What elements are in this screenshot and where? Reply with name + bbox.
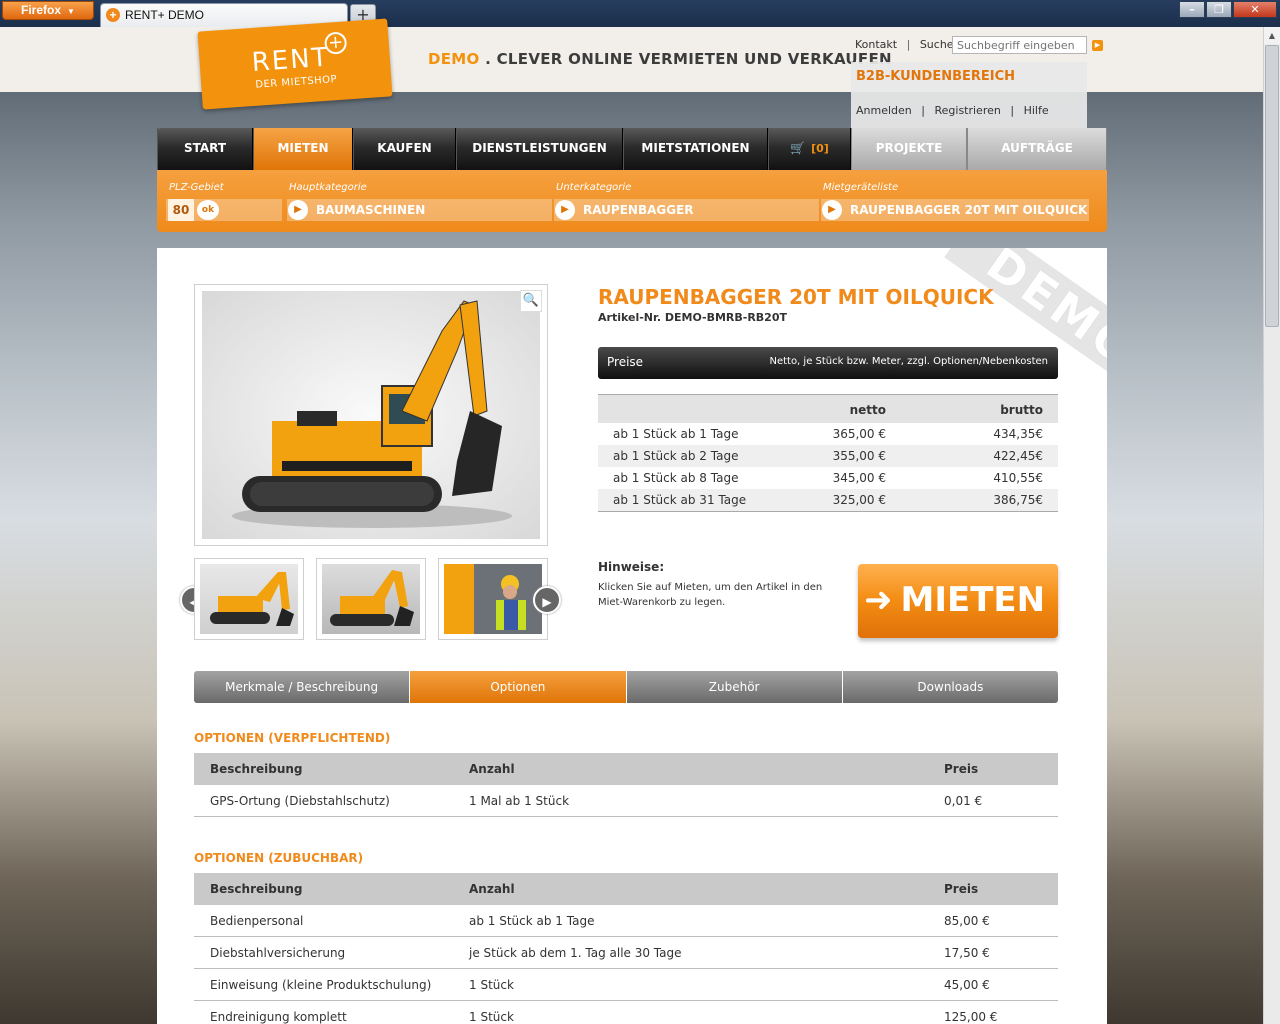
arrow-right-icon: ▶	[822, 200, 842, 220]
options-required-title: OPTIONEN (VERPFLICHTEND)	[194, 731, 391, 745]
options-required-table: Beschreibung Anzahl Preis GPS-Ortung (Dieb…	[194, 753, 1058, 817]
link-suche[interactable]: Suche	[920, 38, 954, 51]
table-row: ab 1 Stück ab 2 Tage 355,00 €422,45€	[598, 445, 1058, 467]
nav-kaufen[interactable]: KAUFEN	[353, 128, 456, 170]
tab-zubehoer[interactable]: Zubehör	[626, 671, 843, 703]
price-table-header: netto brutto	[598, 395, 1058, 423]
cart-icon: 🛒	[790, 141, 806, 155]
table-row: ab 1 Stück ab 8 Tage 345,00 €410,55€	[613, 471, 1043, 485]
window-controls: – ❐ ✕	[1178, 1, 1277, 18]
table-row: GPS-Ortung (Diebstahlschutz) 1 Mal ab 1 S…	[194, 785, 1058, 817]
maximize-icon[interactable]: ❐	[1206, 1, 1232, 18]
col-netto: netto	[849, 403, 886, 417]
haupt-select[interactable]: ▶ BAUMASCHINEN	[287, 199, 552, 221]
page-scrollbar[interactable]: ▲	[1263, 27, 1280, 1024]
scrollbar-thumb[interactable]	[1265, 45, 1279, 327]
table-row: ab 1 Stück ab 31 Tage 325,00 €386,75€	[598, 489, 1058, 511]
chevron-down-icon: ▼	[67, 7, 75, 16]
unter-label: Unterkategorie	[556, 182, 632, 193]
table-row: ab 1 Stück ab 1 Tage 365,00 €434,35€	[613, 427, 1043, 441]
plz-input[interactable]: 80	[168, 199, 194, 221]
nav-mietstationen[interactable]: MIETSTATIONEN	[623, 128, 768, 170]
article-number: Artikel-Nr. DEMO-BMRB-RB20T	[598, 311, 787, 324]
table-row: Endreinigung komplett 1 Stück 125,00 €	[194, 1001, 1058, 1024]
unter-select[interactable]: ▶ RAUPENBAGGER	[554, 199, 819, 221]
logo-word: RENT	[250, 42, 331, 78]
thumbnail-1[interactable]	[194, 558, 304, 640]
nav-start[interactable]: START	[157, 128, 253, 170]
b2b-title: B2B-KUNDENBEREICH	[856, 69, 1016, 84]
login-link[interactable]: Anmelden	[856, 104, 912, 117]
help-link[interactable]: Hilfe	[1024, 104, 1049, 117]
prices-note: Netto, je Stück bzw. Meter, zzgl. Option…	[769, 356, 1048, 367]
table-row: Diebstahlversicherung je Stück ab dem 1. …	[194, 937, 1058, 969]
plz-label: PLZ-Gebiet	[169, 182, 224, 193]
thumbnail-2[interactable]	[316, 558, 426, 640]
tab-title: RENT+ DEMO	[125, 8, 205, 22]
cart-count: [0]	[811, 142, 829, 155]
nav-auftraege[interactable]: AUFTRÄGE	[967, 128, 1107, 170]
thumb-next-icon[interactable]: ▶	[533, 586, 561, 614]
b2b-links: Anmelden | Registrieren | Hilfe	[856, 104, 1049, 117]
zoom-icon[interactable]: 🔍	[520, 290, 542, 312]
nav-cart[interactable]: 🛒 [0]	[768, 128, 851, 170]
nav-projekte[interactable]: PROJEKTE	[851, 128, 967, 170]
thumbnail-3[interactable]	[438, 558, 548, 640]
table-row: Einweisung (kleine Produktschulung) 1 Stü…	[194, 969, 1058, 1001]
tab-downloads[interactable]: Downloads	[842, 671, 1058, 703]
table-row: Bedienpersonal ab 1 Stück ab 1 Tage 85,00 …	[194, 905, 1058, 937]
minimize-icon[interactable]: –	[1179, 1, 1205, 18]
product-panel: DEMO 🔍 ◀	[157, 248, 1107, 1024]
price-table: netto brutto ab 1 Stück ab 1 Tage 365,00 …	[598, 394, 1058, 512]
category-filter-bar: PLZ-Gebiet Hauptkategorie Unterkategorie…	[157, 170, 1107, 232]
arrow-right-icon: ➜	[864, 580, 893, 620]
nav-mieten[interactable]: MIETEN	[253, 128, 353, 170]
hint-title: Hinweise:	[598, 560, 665, 574]
options-optional-title: OPTIONEN (ZUBUCHBAR)	[194, 851, 364, 865]
rent-logo[interactable]: RENT + DER MIETSHOP	[197, 18, 393, 110]
haupt-label: Hauptkategorie	[289, 182, 367, 193]
top-links: Kontakt | Suche	[855, 38, 954, 51]
register-link[interactable]: Registrieren	[934, 104, 1000, 117]
search-input[interactable]	[952, 36, 1087, 54]
table-header: Beschreibung Anzahl Preis	[194, 753, 1058, 785]
scroll-up-icon[interactable]: ▲	[1264, 27, 1280, 44]
product-tabs: Merkmale / Beschreibung Optionen Zubehör…	[194, 671, 1058, 703]
link-kontakt[interactable]: Kontakt	[855, 38, 897, 51]
liste-select[interactable]: ▶ RAUPENBAGGER 20T MIT OILQUICK	[821, 199, 1089, 221]
product-title: RAUPENBAGGER 20T MIT OILQUICK	[598, 285, 994, 309]
main-nav: START MIETEN KAUFEN DIENSTLEISTUNGEN MIE…	[157, 128, 1107, 170]
excavator-image	[202, 291, 540, 539]
main-product-image[interactable]: 🔍	[194, 284, 548, 546]
options-optional-table: Beschreibung Anzahl Preis Bedienpersonal ab…	[194, 873, 1058, 1024]
rent-button[interactable]: ➜ MIETEN	[858, 564, 1058, 638]
table-header: Beschreibung Anzahl Preis	[194, 873, 1058, 905]
arrow-right-icon: ▶	[288, 200, 308, 220]
favicon-icon: +	[106, 8, 120, 22]
prices-header: Preise Netto, je Stück bzw. Meter, zzgl.…	[598, 347, 1058, 379]
close-icon[interactable]: ✕	[1233, 1, 1277, 18]
logo-plus-icon: +	[323, 31, 348, 55]
arrow-right-icon: ▶	[555, 200, 575, 220]
plz-ok-button[interactable]: ok	[197, 200, 219, 220]
site-tagline: DEMO . CLEVER ONLINE VERMIETEN UND VERKA…	[428, 50, 892, 68]
hint-text: Klicken Sie auf Mieten, um den Artikel i…	[598, 582, 823, 608]
prices-label: Preise	[607, 355, 644, 369]
col-brutto: brutto	[1000, 403, 1043, 417]
tab-merkmale[interactable]: Merkmale / Beschreibung	[194, 671, 411, 703]
browser-titlebar: Firefox ▼ + RENT+ DEMO + – ❐ ✕	[0, 0, 1280, 27]
liste-label: Mietgeräteliste	[823, 182, 899, 193]
search-go-icon[interactable]: ▶	[1092, 40, 1103, 51]
firefox-menu-button[interactable]: Firefox ▼	[2, 1, 94, 20]
tab-optionen[interactable]: Optionen	[410, 671, 627, 703]
nav-dienstleistungen[interactable]: DIENSTLEISTUNGEN	[456, 128, 623, 170]
